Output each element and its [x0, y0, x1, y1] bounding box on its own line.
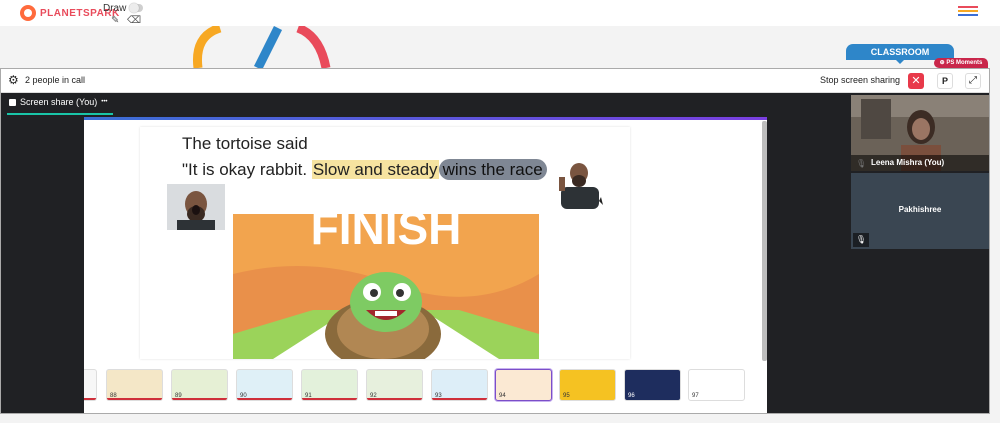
presentation-progress-bar [84, 117, 767, 120]
eraser-icon[interactable]: ⌫ [127, 15, 141, 26]
slide-thumbnail[interactable]: 88 [106, 369, 163, 401]
thumbnail-progress-bar [367, 398, 422, 400]
finish-banner-text: FINISH [311, 214, 462, 254]
slide-thumbnail-strip: 88 89 90 91 92 93 94 95 96 97 [84, 365, 767, 413]
slide-thumbnail[interactable]: 93 [431, 369, 488, 401]
hamburger-menu-icon[interactable] [958, 6, 978, 18]
screen-share-tab[interactable]: Screen share (You) ••• [9, 97, 108, 107]
slide-thumbnail[interactable]: 91 [301, 369, 358, 401]
slide-thumbnail[interactable]: 95 [559, 369, 616, 401]
slide-text-line1: The tortoise said [182, 134, 308, 153]
thumbnail-progress-bar [172, 398, 227, 400]
thumbnail-number: 95 [563, 393, 570, 399]
menu-bar-red [958, 6, 978, 8]
pencil-icon[interactable]: ✎ [111, 15, 119, 26]
slide-text-line2: "It is okay rabbit. Slow and steady wins … [182, 159, 553, 180]
slide-thumbnail[interactable]: 89 [171, 369, 228, 401]
ps-moments-badge[interactable]: ⊕ PS Moments [934, 58, 988, 68]
draw-toggle[interactable] [129, 3, 143, 13]
menu-bar-orange [958, 10, 978, 12]
participant-name: Pakhishree [898, 205, 942, 214]
thumbnail-progress-bar [237, 398, 292, 400]
screen-share-icon [9, 98, 16, 106]
participant-tile[interactable]: Pakhishree 🎙 [851, 173, 989, 249]
thumbnail-progress-bar [432, 398, 487, 400]
participant-p-button[interactable]: P [937, 73, 953, 89]
teacher-image-right [547, 159, 613, 209]
slide-text-prefix: "It is okay rabbit. [182, 160, 312, 179]
thumbnail-number: 94 [499, 393, 506, 399]
gear-icon[interactable]: ⚙ [8, 73, 19, 87]
people-count: 2 people in call [25, 75, 86, 85]
stop-screen-sharing-label[interactable]: Stop screen sharing [820, 75, 900, 85]
slide-thumbnail[interactable]: 90 [236, 369, 293, 401]
draw-label: Draw [103, 3, 127, 14]
video-call-panel: ⚙ 2 people in call Stop screen sharing ✕… [0, 68, 990, 414]
participant-name: Leena Mishra (You) [851, 155, 989, 171]
screen-share-label: Screen share (You) [20, 97, 98, 107]
thumbnail-number: 96 [628, 393, 635, 399]
stage-scrollbar[interactable] [762, 121, 767, 361]
highlight-slow-and-steady: Slow and steady [311, 160, 439, 179]
mic-icon[interactable]: 🎙 [853, 233, 869, 247]
slide-thumbnail-active[interactable]: 94 [495, 369, 552, 401]
ps-moments-label: PS Moments [946, 60, 983, 66]
finish-line-illustration: FINISH [233, 214, 539, 359]
decorative-arcs [192, 26, 331, 68]
thumbnail-progress-bar [107, 398, 162, 400]
more-options-icon[interactable]: ••• [101, 99, 107, 105]
expand-icon[interactable]: ⤢ [965, 73, 981, 89]
teacher-image-left [167, 184, 225, 230]
call-toolbar: ⚙ 2 people in call Stop screen sharing ✕… [1, 69, 989, 93]
app-header: PLANETSPARK Draw ✎ ⌫ [0, 0, 1000, 26]
participant-tile-self[interactable]: 🎙 Leena Mishra (You) [851, 95, 989, 171]
stop-sharing-close-button[interactable]: ✕ [908, 73, 924, 89]
logo-icon [20, 5, 36, 21]
menu-bar-blue [958, 14, 978, 16]
slide-thumbnail-partial[interactable] [84, 369, 97, 401]
presentation-slide: The tortoise said "It is okay rabbit. Sl… [140, 127, 630, 359]
thumbnail-progress-bar [84, 398, 96, 400]
thumbnail-number: 97 [692, 393, 699, 399]
slide-thumbnail[interactable]: 92 [366, 369, 423, 401]
slide-thumbnail[interactable]: 97 [688, 369, 745, 401]
thumbnail-progress-bar [302, 398, 357, 400]
slide-thumbnail[interactable]: 96 [624, 369, 681, 401]
active-tab-indicator [7, 113, 113, 115]
highlight-wins-the-race: wins the race [438, 159, 547, 180]
